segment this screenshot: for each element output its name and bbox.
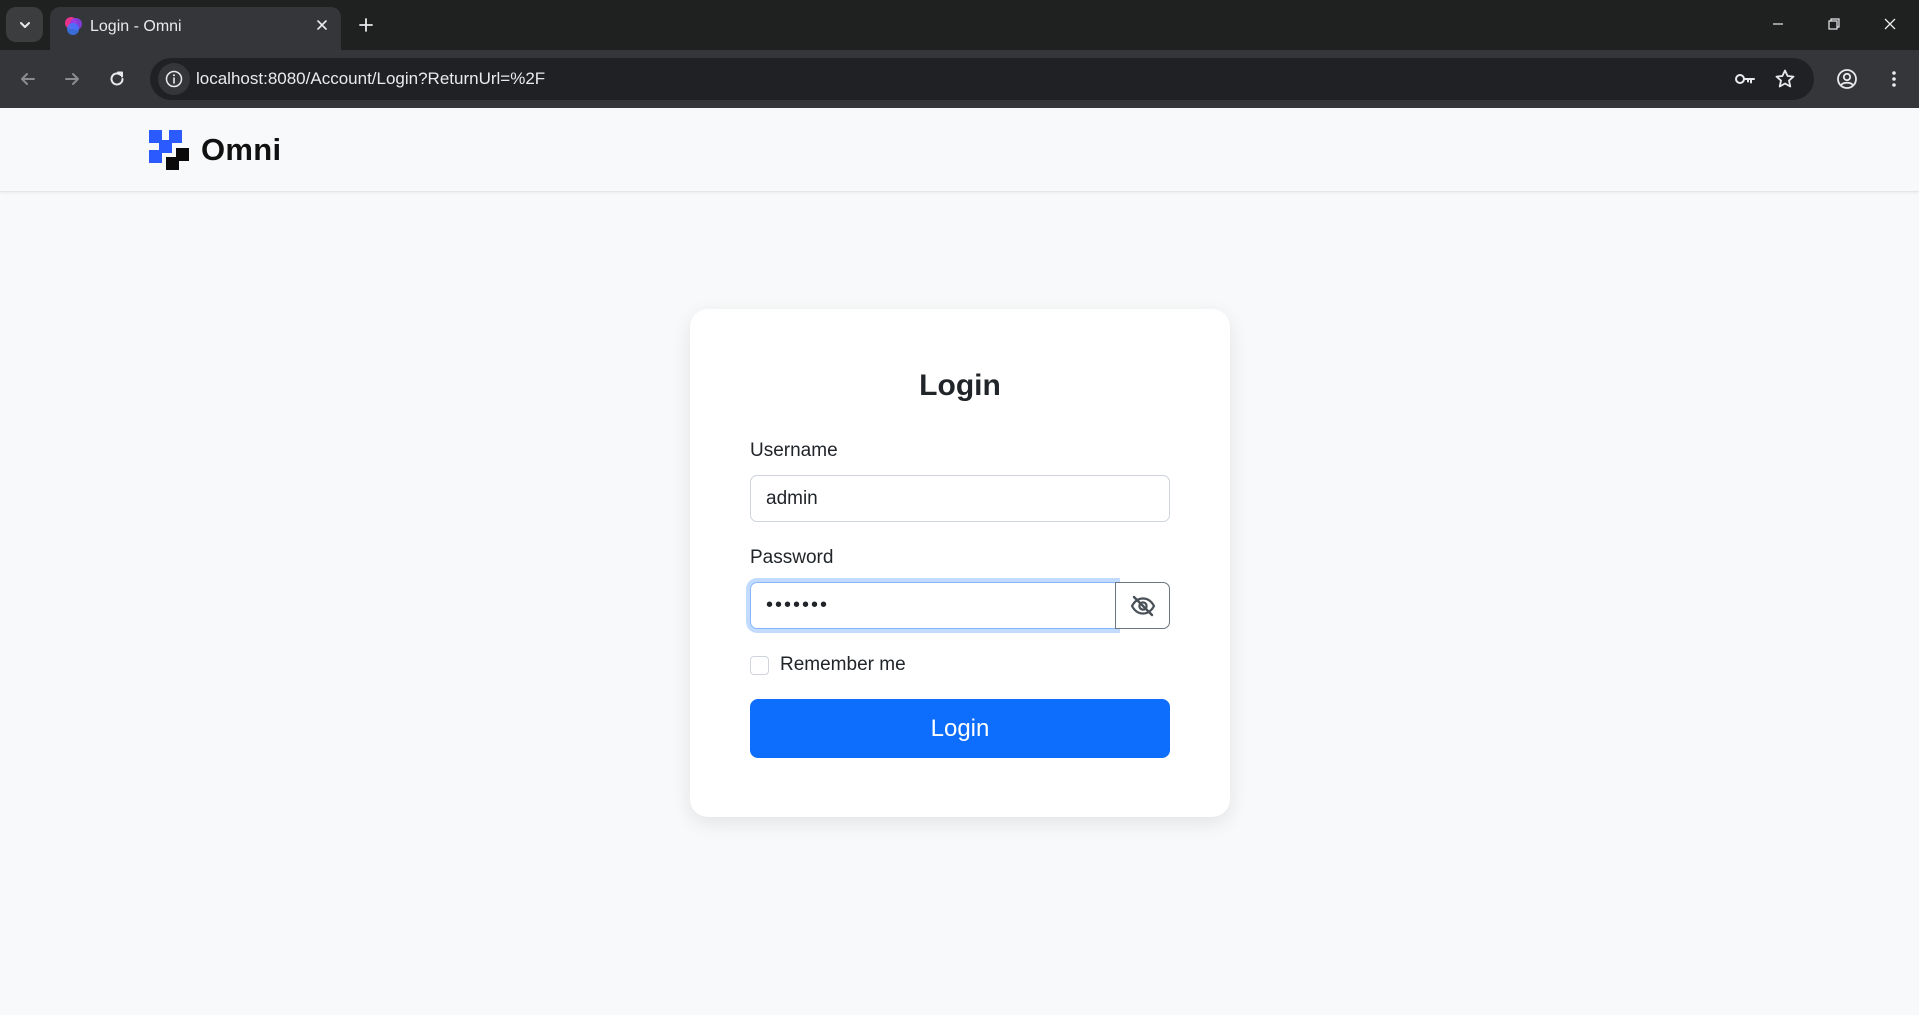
brand-link[interactable]: Omni bbox=[149, 130, 281, 170]
url-text: localhost:8080/Account/Login?ReturnUrl=%… bbox=[196, 69, 546, 88]
password-input[interactable] bbox=[750, 582, 1116, 629]
browser-tab-strip: Login - Omni bbox=[0, 0, 1919, 50]
bookmark-button[interactable] bbox=[1770, 64, 1800, 94]
restore-icon bbox=[1828, 18, 1840, 30]
toggle-password-visibility-button[interactable] bbox=[1115, 582, 1170, 629]
remember-me-label[interactable]: Remember me bbox=[780, 654, 906, 676]
app-navbar: Omni bbox=[0, 108, 1919, 192]
browser-toolbar: localhost:8080/Account/Login?ReturnUrl=%… bbox=[0, 50, 1919, 108]
window-close-button[interactable] bbox=[1862, 0, 1918, 48]
password-label: Password bbox=[750, 547, 834, 568]
remember-me-row: Remember me bbox=[750, 654, 906, 676]
site-info-button[interactable] bbox=[158, 63, 190, 95]
tab-close-button[interactable] bbox=[311, 14, 333, 36]
window-minimize-button[interactable] bbox=[1750, 0, 1806, 48]
address-bar[interactable]: localhost:8080/Account/Login?ReturnUrl=%… bbox=[150, 58, 1814, 100]
arrow-right-icon bbox=[65, 73, 79, 85]
login-button[interactable]: Login bbox=[750, 699, 1170, 758]
tab-title: Login - Omni bbox=[90, 18, 182, 35]
username-label: Username bbox=[750, 440, 838, 461]
tab-favicon-icon bbox=[65, 17, 82, 35]
new-tab-button[interactable] bbox=[352, 11, 380, 39]
close-icon bbox=[317, 20, 327, 30]
brand-name: Omni bbox=[201, 132, 282, 167]
omni-logo-icon bbox=[149, 130, 189, 170]
remember-me-checkbox[interactable] bbox=[750, 655, 769, 675]
password-manager-button[interactable] bbox=[1730, 64, 1760, 94]
back-button[interactable] bbox=[11, 62, 45, 96]
username-input[interactable] bbox=[750, 475, 1170, 522]
info-icon bbox=[165, 70, 183, 88]
eye-slash-icon bbox=[1130, 595, 1155, 616]
login-card: Login Username Password Remember me Logi… bbox=[690, 309, 1230, 817]
arrow-left-icon bbox=[21, 73, 35, 85]
window-restore-button[interactable] bbox=[1806, 0, 1862, 48]
star-icon bbox=[1775, 69, 1795, 88]
browser-tab[interactable]: Login - Omni bbox=[50, 7, 341, 50]
kebab-menu-icon bbox=[1892, 71, 1896, 87]
key-icon bbox=[1735, 74, 1755, 84]
close-icon bbox=[1884, 18, 1896, 30]
chevron-down-icon bbox=[19, 21, 30, 28]
reload-icon bbox=[110, 71, 124, 86]
login-title: Login bbox=[919, 369, 1001, 402]
forward-button[interactable] bbox=[55, 62, 89, 96]
plus-icon bbox=[359, 18, 373, 32]
reload-button[interactable] bbox=[100, 62, 134, 96]
browser-menu-button[interactable] bbox=[1877, 62, 1911, 96]
profile-button[interactable] bbox=[1830, 62, 1864, 96]
minimize-icon bbox=[1773, 23, 1783, 25]
profile-icon bbox=[1837, 69, 1857, 89]
tab-search-button[interactable] bbox=[6, 7, 43, 42]
